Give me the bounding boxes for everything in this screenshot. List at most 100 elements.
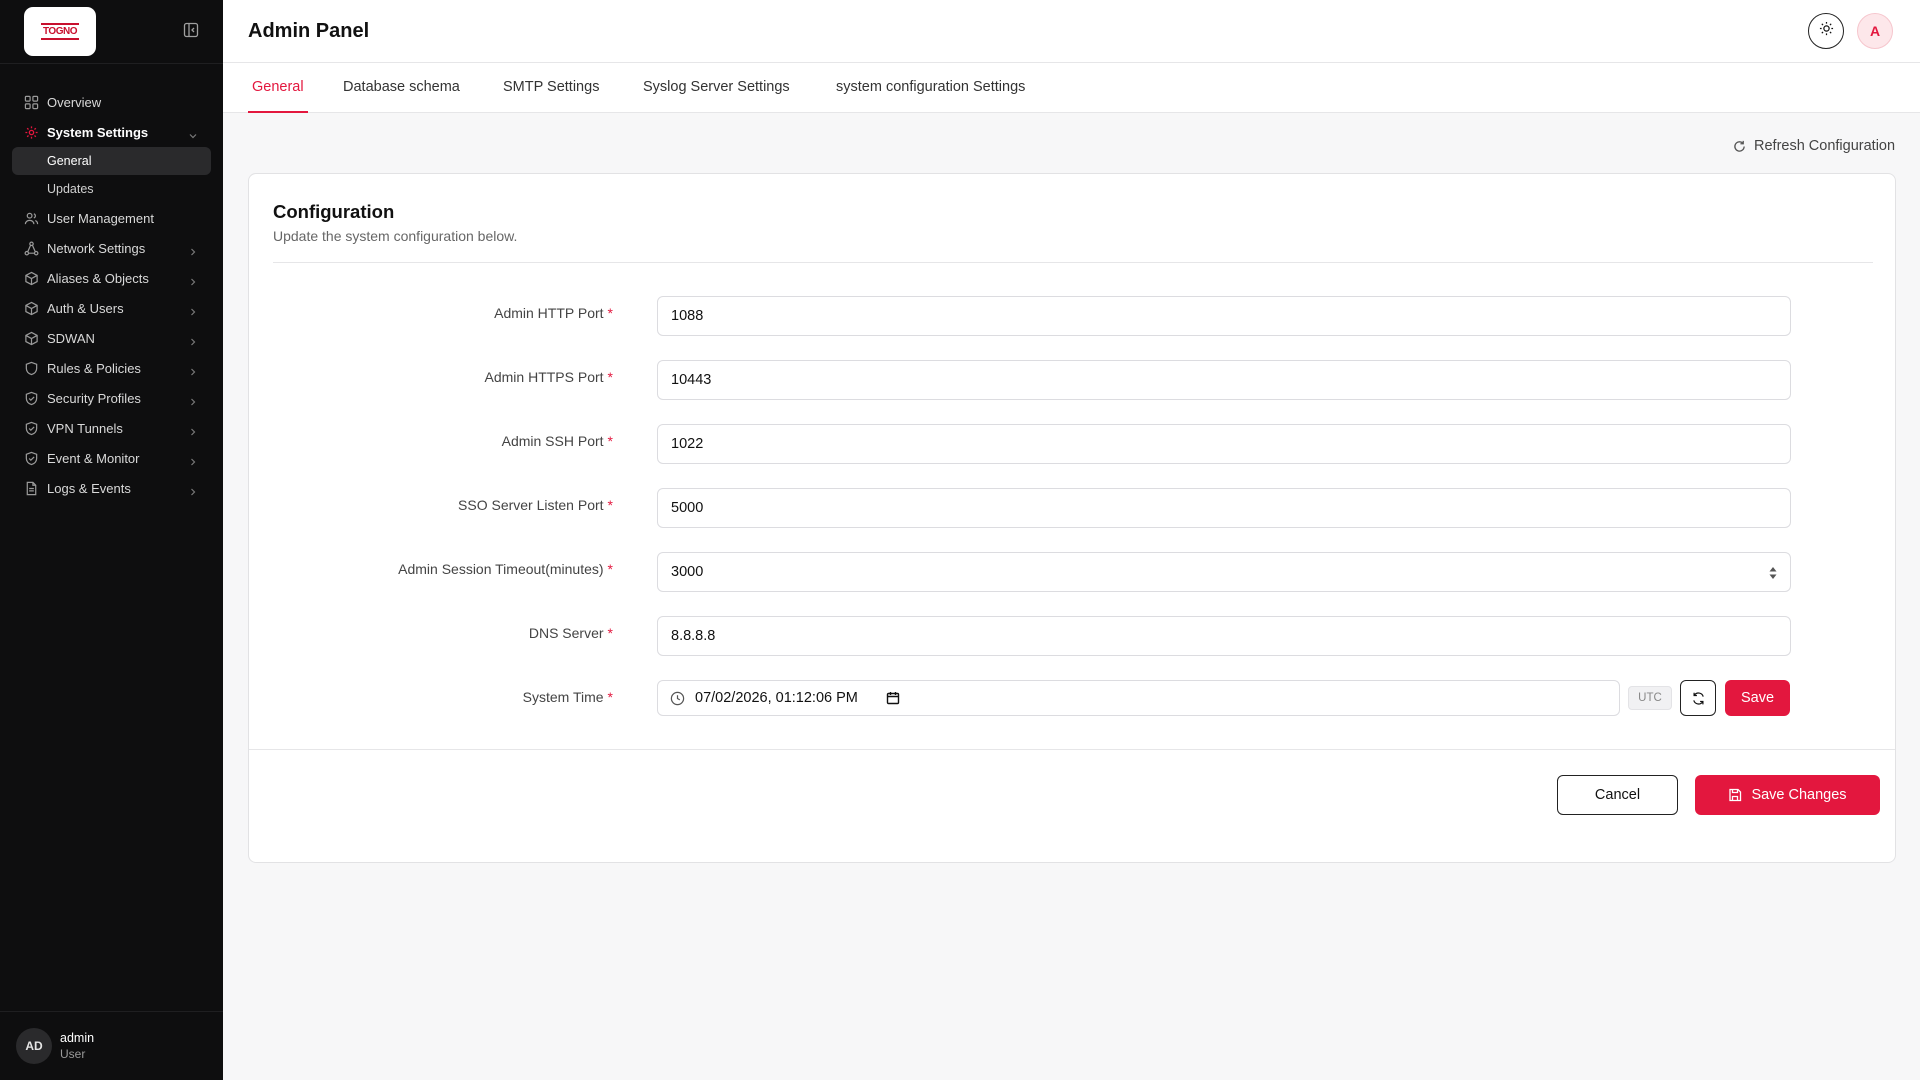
sidebar-item-label: Auth & Users: [47, 300, 124, 316]
admin-https-port-input[interactable]: 10443: [657, 360, 1791, 400]
session-timeout-input[interactable]: 3000: [657, 552, 1791, 592]
top-header: Admin Panel A: [223, 0, 1920, 63]
card-divider: [273, 262, 1873, 263]
settings-tabs: General Database schema SMTP Settings Sy…: [223, 63, 1920, 113]
sidebar-nav: Overview System Settings General Updates…: [0, 87, 223, 503]
field-label: Admin Session Timeout(minutes) *: [398, 561, 613, 577]
sidebar-divider: [0, 63, 223, 64]
required-mark: *: [607, 369, 613, 385]
chevron-right-icon: [189, 274, 197, 286]
dns-server-input[interactable]: 8.8.8.8: [657, 616, 1791, 656]
header-avatar[interactable]: A: [1857, 13, 1893, 49]
admin-http-port-input[interactable]: 1088: [657, 296, 1791, 336]
chevron-right-icon: [189, 424, 197, 436]
theme-toggle-button[interactable]: [1808, 13, 1844, 49]
sidebar-item-network-settings[interactable]: Network Settings: [0, 233, 223, 263]
shield-check-icon: [24, 421, 39, 436]
tab-smtp-settings[interactable]: SMTP Settings: [503, 79, 599, 113]
tab-general[interactable]: General: [248, 79, 308, 113]
tab-syslog-server-settings[interactable]: Syslog Server Settings: [643, 79, 790, 113]
system-time-value: 07/02/2026, 01:12:06 PM: [695, 690, 858, 706]
label-text: Admin HTTPS Port: [484, 369, 604, 385]
shield-check-icon: [24, 451, 39, 466]
user-avatar[interactable]: AD: [16, 1028, 52, 1064]
sidebar-item-label: VPN Tunnels: [47, 420, 123, 436]
chevron-right-icon: [189, 244, 197, 256]
admin-ssh-port-input[interactable]: 1022: [657, 424, 1791, 464]
chevron-down-icon: [189, 128, 197, 139]
sidebar-item-vpn-tunnels[interactable]: VPN Tunnels: [0, 413, 223, 443]
chevron-right-icon: [189, 334, 197, 346]
sidebar-footer-divider: [0, 1011, 223, 1012]
sidebar-item-security-profiles[interactable]: Security Profiles: [0, 383, 223, 413]
save-changes-button[interactable]: Save Changes: [1695, 775, 1880, 815]
system-time-input[interactable]: 07/02/2026, 01:12:06 PM: [657, 680, 1620, 716]
refresh-icon: [1734, 140, 1745, 152]
network-icon: [24, 241, 39, 256]
sidebar-subitem-general[interactable]: General: [12, 147, 211, 175]
label-text: System Time: [522, 689, 604, 705]
user-role: User: [60, 1047, 86, 1061]
sidebar-item-system-settings[interactable]: System Settings: [0, 117, 223, 147]
sun-icon: [1819, 21, 1834, 41]
save-changes-label: Save Changes: [1751, 787, 1847, 803]
sidebar-item-event-monitor[interactable]: Event & Monitor: [0, 443, 223, 473]
sidebar-item-overview[interactable]: Overview: [0, 87, 223, 117]
sidebar-item-label: Rules & Policies: [47, 360, 141, 376]
label-text: DNS Server: [528, 625, 604, 641]
sidebar-collapse-icon[interactable]: [183, 22, 199, 38]
sidebar-item-aliases-objects[interactable]: Aliases & Objects: [0, 263, 223, 293]
label-text: Admin Session Timeout(minutes): [398, 561, 604, 577]
required-mark: *: [607, 689, 613, 705]
label-text: Admin HTTP Port: [494, 305, 604, 321]
sidebar-subitem-updates[interactable]: Updates: [12, 175, 211, 203]
stepper-icon[interactable]: [1768, 565, 1778, 581]
required-mark: *: [607, 305, 613, 321]
clock-icon: [670, 691, 685, 705]
gear-icon: [24, 125, 39, 140]
timezone-badge: UTC: [1628, 686, 1672, 710]
sidebar-item-label: Network Settings: [47, 240, 146, 256]
grid-icon: [24, 95, 39, 110]
chevron-right-icon: [189, 364, 197, 376]
card-subtitle: Update the system configuration below.: [273, 228, 518, 244]
cube-icon: [24, 331, 39, 346]
cube-icon: [24, 271, 39, 286]
configuration-card: Configuration Update the system configur…: [248, 173, 1896, 863]
refresh-label: Refresh Configuration: [1754, 138, 1896, 154]
sso-server-listen-port-input[interactable]: 5000: [657, 488, 1791, 528]
chevron-right-icon: [189, 454, 197, 466]
field-label: Admin HTTPS Port *: [485, 369, 613, 385]
user-name: admin: [60, 1031, 95, 1045]
card-footer-divider: [249, 749, 1895, 750]
tab-system-configuration-settings[interactable]: system configuration Settings: [836, 79, 1025, 113]
file-icon: [24, 481, 39, 496]
logo[interactable]: TOGNO: [24, 7, 96, 56]
sidebar-item-label: Security Profiles: [47, 390, 141, 406]
tab-database-schema[interactable]: Database schema: [343, 79, 460, 113]
calendar-icon[interactable]: [886, 691, 900, 705]
sidebar-item-rules-policies[interactable]: Rules & Policies: [0, 353, 223, 383]
sync-icon: [1692, 691, 1704, 705]
shield-check-icon: [24, 391, 39, 406]
sidebar-item-label: Logs & Events: [47, 480, 131, 496]
save-time-button[interactable]: Save: [1725, 680, 1790, 716]
shield-icon: [24, 361, 39, 376]
sidebar-item-label: User Management: [47, 210, 154, 226]
sidebar-item-sdwan[interactable]: SDWAN: [0, 323, 223, 353]
refresh-configuration-button[interactable]: Refresh Configuration: [1733, 138, 1895, 154]
required-mark: *: [607, 433, 613, 449]
sidebar-item-logs-events[interactable]: Logs & Events: [0, 473, 223, 503]
users-icon: [24, 211, 39, 226]
sidebar-item-label: SDWAN: [47, 330, 95, 346]
sidebar-item-label: Overview: [47, 94, 102, 110]
sync-time-button[interactable]: [1680, 680, 1716, 716]
sidebar-item-auth-users[interactable]: Auth & Users: [0, 293, 223, 323]
chevron-right-icon: [189, 304, 197, 316]
logo-text: TOGNO: [41, 23, 79, 40]
sidebar-item-user-management[interactable]: User Management: [0, 203, 223, 233]
sidebar-item-label: Event & Monitor: [47, 450, 140, 466]
cube-icon: [24, 301, 39, 316]
cancel-button[interactable]: Cancel: [1557, 775, 1678, 815]
sidebar-item-label: System Settings: [47, 124, 149, 140]
